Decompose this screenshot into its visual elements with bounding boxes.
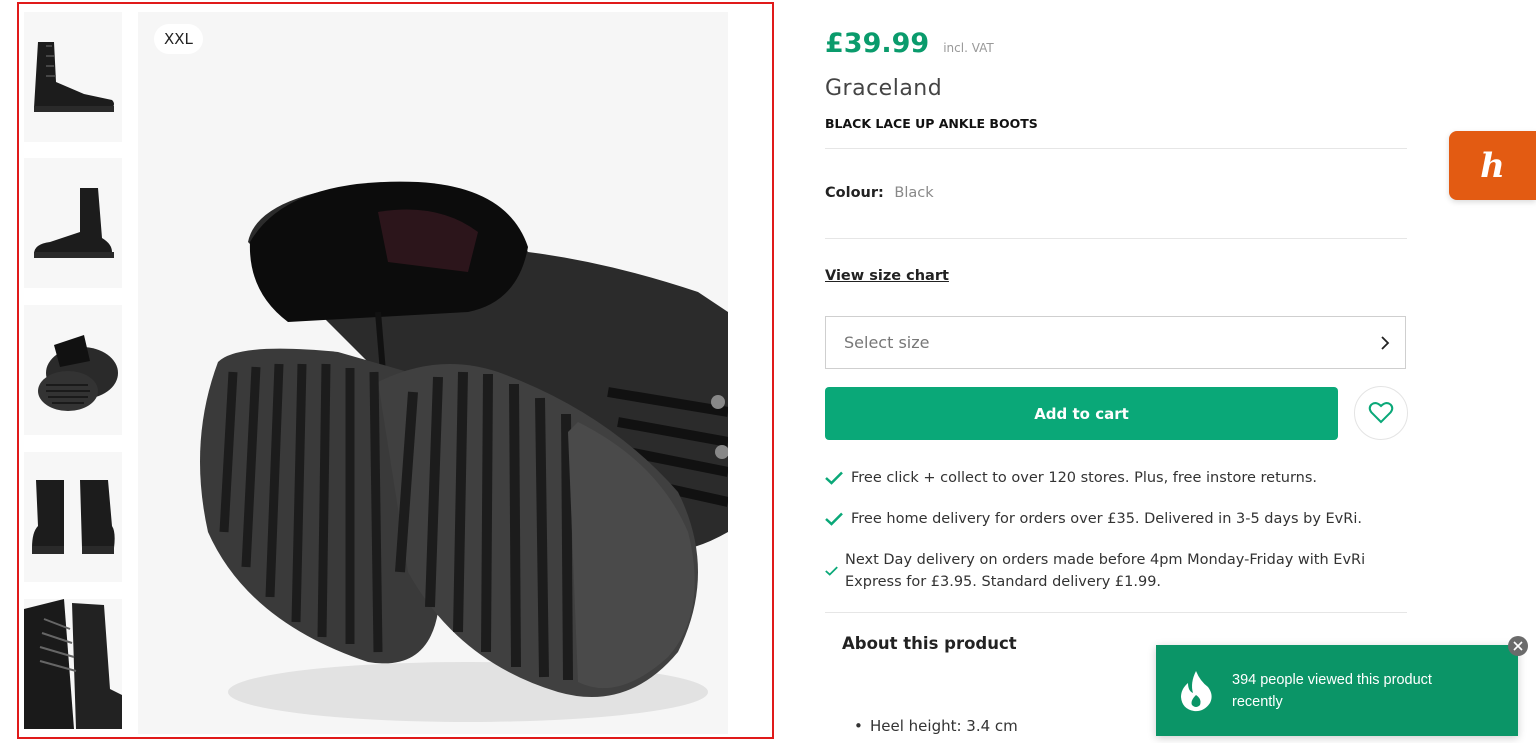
perk-click-collect: Free click + collect to over 120 stores.… <box>825 467 1317 489</box>
product-title: BLACK LACE UP ANKLE BOOTS <box>825 116 1038 131</box>
check-icon <box>825 560 845 582</box>
boot-laces-image <box>24 599 122 729</box>
size-tag-badge: XXL <box>154 24 203 54</box>
add-to-cart-button[interactable]: Add to cart <box>825 387 1338 440</box>
divider <box>825 238 1407 239</box>
size-select-placeholder: Select size <box>844 333 930 352</box>
thumbnail-4[interactable] <box>24 452 122 582</box>
size-select[interactable]: Select size <box>825 316 1406 369</box>
divider <box>825 148 1407 149</box>
colour-value: Black <box>894 185 934 201</box>
perk-home-delivery: Free home delivery for orders over £35. … <box>825 508 1362 530</box>
product-price: £39.99 <box>825 28 930 59</box>
toast-close-button[interactable] <box>1508 636 1528 656</box>
boot-side-image <box>24 158 122 288</box>
toast-message: 394 people viewed this product recently <box>1232 671 1432 710</box>
perk-text: Free home delivery for orders over £35. … <box>851 511 1362 527</box>
perk-text: Next Day delivery on orders made before … <box>845 552 1366 590</box>
check-icon <box>825 508 851 530</box>
honey-logo-icon: h <box>1480 145 1505 186</box>
size-chart-link[interactable]: View size chart <box>825 268 949 284</box>
boot-sole-image <box>24 305 122 435</box>
heart-icon <box>1368 402 1394 424</box>
thumbnail-1[interactable] <box>24 12 122 142</box>
thumbnail-3[interactable] <box>24 305 122 435</box>
chevron-right-icon <box>1365 317 1405 368</box>
close-icon <box>1513 641 1523 651</box>
thumbnail-5[interactable] <box>24 599 122 729</box>
product-brand[interactable]: Graceland <box>825 76 942 101</box>
price-row: £39.99 incl. VAT <box>825 28 994 59</box>
wishlist-button[interactable] <box>1354 386 1408 440</box>
boot-rear-image <box>24 452 122 582</box>
product-detail-item: Heel height: 3.4 cm <box>854 717 1018 735</box>
boots-sole-photo <box>138 12 728 734</box>
perk-text: Free click + collect to over 120 stores.… <box>851 470 1318 486</box>
flame-icon <box>1181 670 1212 711</box>
colour-row: Colour: Black <box>825 185 934 201</box>
thumbnail-2[interactable] <box>24 158 122 288</box>
perk-next-day-delivery: Next Day delivery on orders made before … <box>825 549 1407 593</box>
boot-side-image <box>24 12 122 142</box>
recent-views-toast: 394 people viewed this product recently <box>1156 645 1518 736</box>
check-icon <box>825 467 851 489</box>
colour-label: Colour: <box>825 185 884 201</box>
vat-note: incl. VAT <box>943 41 994 55</box>
honey-extension-button[interactable]: h <box>1449 131 1536 200</box>
main-product-image[interactable] <box>138 12 728 734</box>
